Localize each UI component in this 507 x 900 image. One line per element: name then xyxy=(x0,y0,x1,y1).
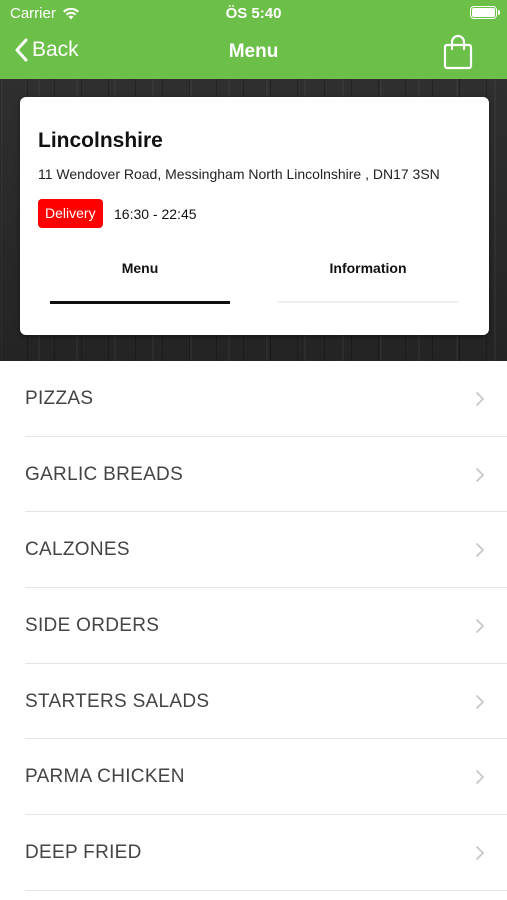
navigation-bar: Back Menu xyxy=(0,28,507,79)
category-label: PIZZAS xyxy=(25,388,94,409)
restaurant-card: Lincolnshire 11 Wendover Road, Messingha… xyxy=(20,97,489,335)
page-title: Menu xyxy=(228,41,279,62)
status-bar: Carrier ÖS 5:40 xyxy=(0,0,507,28)
tab-information-indicator xyxy=(278,301,458,303)
category-item-garlic-breads[interactable]: GARLIC BREADS xyxy=(0,437,507,513)
category-label: GARLIC BREADS xyxy=(25,463,184,485)
category-item-starters-salads[interactable]: STARTERS SALADS xyxy=(0,664,507,740)
app-header: Carrier ÖS 5:40 Back Menu xyxy=(0,0,507,79)
battery-icon xyxy=(470,6,500,19)
tab-menu[interactable]: Menu xyxy=(50,260,230,276)
chevron-right-icon xyxy=(476,770,485,785)
category-list: PIZZAS GARLIC BREADS CALZONES SIDE ORDER… xyxy=(0,361,507,891)
restaurant-address: 11 Wendover Road, Messingham North Linco… xyxy=(38,166,440,182)
category-item-calzones[interactable]: CALZONES xyxy=(0,512,507,589)
restaurant-name: Lincolnshire xyxy=(38,129,163,152)
category-label: SIDE ORDERS xyxy=(25,615,160,637)
chevron-right-icon xyxy=(476,846,485,861)
category-item-parma-chicken[interactable]: PARMA CHICKEN xyxy=(0,739,507,816)
delivery-badge: Delivery xyxy=(38,199,103,228)
tab-information[interactable]: Information xyxy=(278,260,458,276)
opening-hours: 16:30 - 22:45 xyxy=(114,206,197,222)
status-time: ÖS 5:40 xyxy=(225,5,282,22)
chevron-right-icon xyxy=(476,694,485,709)
tab-menu-indicator xyxy=(50,301,230,304)
chevron-right-icon xyxy=(476,467,485,482)
divider xyxy=(25,889,507,891)
chevron-right-icon xyxy=(476,392,485,406)
category-label: PARMA CHICKEN xyxy=(25,766,185,788)
chevron-right-icon xyxy=(476,619,485,633)
category-label: CALZONES xyxy=(25,539,130,561)
category-item-side-orders[interactable]: SIDE ORDERS xyxy=(0,588,507,664)
shopping-bag-icon[interactable] xyxy=(443,34,473,70)
category-label: STARTERS SALADS xyxy=(25,690,210,712)
category-item-pizzas[interactable]: PIZZAS xyxy=(0,361,507,437)
chevron-right-icon xyxy=(476,543,485,558)
category-item-deep-fried[interactable]: DEEP FRIED xyxy=(0,815,507,891)
category-label: DEEP FRIED xyxy=(25,842,142,864)
